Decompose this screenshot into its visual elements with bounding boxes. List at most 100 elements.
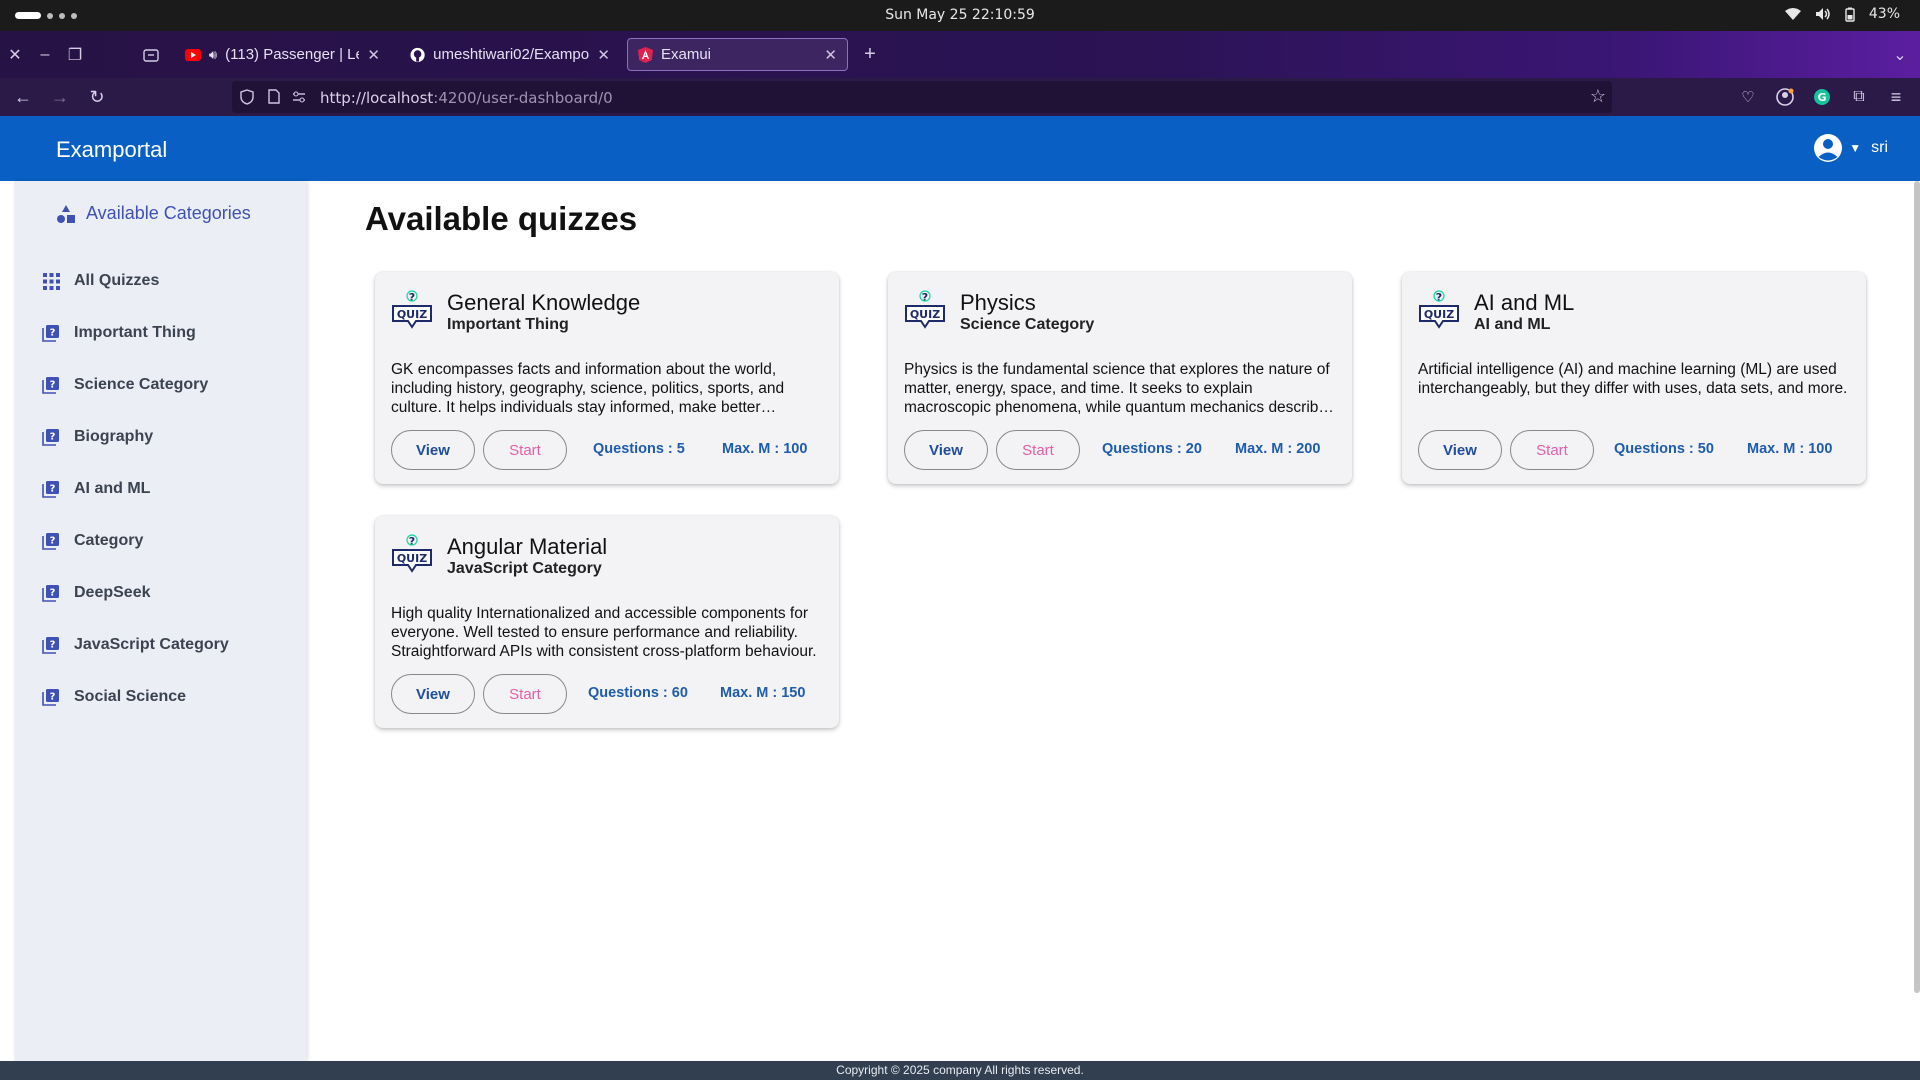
quiz-card: ? QUIZ Physics Science Category Physics i… — [888, 272, 1352, 484]
view-button[interactable]: View — [391, 674, 475, 714]
quiz-title: General Knowledge — [447, 290, 641, 315]
shield-icon[interactable] — [240, 89, 254, 105]
reload-icon[interactable]: ↻ — [82, 78, 112, 116]
quiz-icon: ? — [42, 428, 60, 446]
max-marks[interactable]: Max. M : 200 — [1235, 441, 1320, 457]
sidebar-item-ai-and-ml[interactable]: ? AI and ML — [42, 469, 292, 509]
questions-count[interactable]: Questions : 50 — [1614, 441, 1714, 457]
tab-github[interactable]: umeshtiwari02/Examportal ✕ — [400, 38, 620, 71]
page-icon[interactable] — [268, 89, 280, 104]
pocket-icon[interactable]: ♡ — [1733, 78, 1763, 116]
quiz-logo-icon: ? QUIZ — [392, 534, 432, 573]
max-marks[interactable]: Max. M : 100 — [722, 441, 807, 457]
quiz-icon: ? — [42, 584, 60, 602]
tab-overview-icon[interactable] — [136, 31, 166, 78]
quiz-logo-icon: ? QUIZ — [905, 290, 945, 329]
sidebar-item-deepseek[interactable]: ? DeepSeek — [42, 573, 292, 613]
quiz-card: ? QUIZ AI and ML AI and ML Artificial int… — [1402, 272, 1866, 484]
url-text[interactable]: http://localhost:4200/user-dashboard/0 — [320, 89, 613, 107]
svg-text:?: ? — [922, 291, 928, 304]
max-marks[interactable]: Max. M : 150 — [720, 685, 805, 701]
page-scrollbar[interactable] — [1914, 181, 1920, 993]
svg-text:?: ? — [50, 588, 56, 599]
tab-examui[interactable]: Examui ✕ — [627, 38, 848, 71]
svg-text:QUIZ: QUIZ — [1424, 308, 1454, 321]
window-close-icon[interactable]: ✕ — [0, 31, 30, 78]
quiz-icon: ? — [42, 636, 60, 654]
new-tab-icon[interactable]: + — [855, 31, 885, 78]
menu-icon[interactable]: ≡ — [1881, 78, 1911, 116]
view-button[interactable]: View — [904, 430, 988, 470]
forward-arrow-icon[interactable]: → — [45, 78, 75, 116]
volume-icon — [1815, 8, 1830, 20]
window-minimize-icon[interactable]: – — [30, 31, 60, 78]
permissions-icon[interactable] — [292, 91, 306, 103]
sidebar-item-label: AI and ML — [74, 480, 151, 497]
sidebar-item-important-thing[interactable]: ? Important Thing — [42, 313, 292, 353]
max-marks[interactable]: Max. M : 100 — [1747, 441, 1832, 457]
battery-percent: 43% — [1868, 6, 1900, 22]
quiz-icon: ? — [42, 688, 60, 706]
quiz-logo-icon: ? QUIZ — [1419, 290, 1459, 329]
tab-close-icon[interactable]: ✕ — [597, 46, 610, 64]
sidebar-item-label: Science Category — [74, 376, 209, 393]
svg-text:?: ? — [50, 380, 56, 391]
browser-tab-bar: ✕ – ❐ 🔊︎ (113) Passenger | Let It Go ✕ u… — [0, 31, 1920, 78]
quiz-card: ? QUIZ General Knowledge Important Thing … — [375, 272, 839, 484]
os-top-bar: Sun May 25 22:10:59 43% — [0, 0, 1920, 31]
tab-title: (113) Passenger | Let It Go — [225, 46, 359, 63]
questions-count[interactable]: Questions : 20 — [1102, 441, 1202, 457]
back-arrow-icon[interactable]: ← — [8, 78, 38, 116]
category-icon — [57, 204, 75, 223]
svg-text:?: ? — [50, 536, 56, 547]
view-button[interactable]: View — [391, 430, 475, 470]
sidebar-item-all-quizzes[interactable]: All Quizzes — [42, 261, 292, 301]
tab-youtube[interactable]: 🔊︎ (113) Passenger | Let It Go ✕ — [175, 38, 390, 71]
start-button[interactable]: Start — [1510, 430, 1594, 470]
sidebar: Available Categories All Quizzes ? Impor… — [14, 181, 306, 1061]
app-brand[interactable]: Examportal — [56, 137, 167, 163]
account-icon[interactable] — [1770, 78, 1800, 116]
extensions-icon[interactable]: ⧉ — [1844, 78, 1874, 116]
quiz-title: Angular Material — [447, 534, 608, 559]
user-menu[interactable]: ▼ sri — [1813, 133, 1888, 163]
svg-text:?: ? — [409, 535, 415, 548]
start-button[interactable]: Start — [483, 430, 567, 470]
tab-close-icon[interactable]: ✕ — [367, 46, 380, 64]
os-status-area[interactable]: 43% — [1784, 6, 1900, 22]
battery-icon — [1845, 7, 1855, 22]
sidebar-item-category[interactable]: ? Category — [42, 521, 292, 561]
view-button[interactable]: View — [1418, 430, 1502, 470]
quiz-logo-icon: ? QUIZ — [392, 290, 432, 329]
quiz-title: Physics — [960, 290, 1036, 315]
window-restore-icon[interactable]: ❐ — [60, 31, 90, 78]
apps-icon — [42, 272, 60, 290]
grammarly-icon[interactable]: G — [1807, 78, 1837, 116]
sidebar-item-javascript-category[interactable]: ? JavaScript Category — [42, 625, 292, 665]
tab-close-icon[interactable]: ✕ — [824, 46, 837, 64]
quiz-card: ? QUIZ Angular Material JavaScript Catego… — [375, 516, 839, 728]
svg-text:QUIZ: QUIZ — [397, 308, 427, 321]
sidebar-item-biography[interactable]: ? Biography — [42, 417, 292, 457]
os-clock[interactable]: Sun May 25 22:10:59 — [0, 7, 1920, 23]
sidebar-heading-label: Available Categories — [86, 203, 251, 223]
sidebar-heading: Available Categories — [56, 203, 251, 224]
github-icon — [410, 47, 425, 62]
bookmark-star-icon[interactable]: ☆ — [1590, 86, 1606, 107]
questions-count[interactable]: Questions : 5 — [593, 441, 685, 457]
sidebar-item-label: Biography — [74, 428, 154, 445]
svg-text:?: ? — [50, 328, 56, 339]
questions-count[interactable]: Questions : 60 — [588, 685, 688, 701]
start-button[interactable]: Start — [483, 674, 567, 714]
svg-text:QUIZ: QUIZ — [397, 552, 427, 565]
username: sri — [1871, 139, 1888, 156]
svg-text:?: ? — [50, 432, 56, 443]
start-button[interactable]: Start — [996, 430, 1080, 470]
sidebar-item-label: JavaScript Category — [74, 636, 229, 653]
tab-list-chevron-icon[interactable]: ⌄ — [1885, 31, 1915, 78]
sidebar-item-science-category[interactable]: ? Science Category — [42, 365, 292, 405]
sidebar-item-social-science[interactable]: ? Social Science — [42, 677, 292, 717]
url-bar[interactable]: http://localhost:4200/user-dashboard/0 ☆ — [232, 81, 1612, 113]
speaker-icon[interactable]: 🔊︎ — [209, 47, 217, 63]
quiz-icon: ? — [42, 480, 60, 498]
